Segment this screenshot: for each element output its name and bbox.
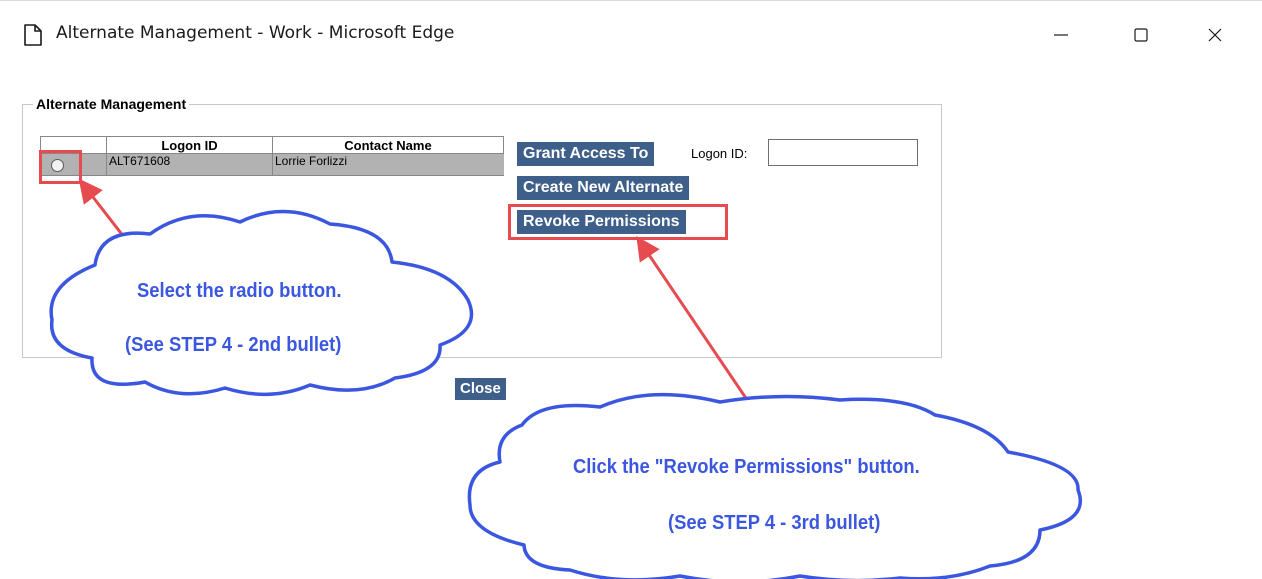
close-button[interactable]: Close: [455, 378, 506, 400]
close-window-button[interactable]: [1192, 15, 1238, 55]
grant-access-button[interactable]: Grant Access To: [517, 142, 655, 166]
contact-name-cell: Lorrie Forlizzi: [272, 153, 504, 176]
minimize-icon: [1054, 34, 1068, 36]
create-new-alternate-button[interactable]: Create New Alternate: [517, 176, 690, 200]
maximize-icon: [1134, 28, 1148, 42]
logon-id-cell: ALT671608: [106, 153, 273, 176]
right-callout-line1: Click the "Revoke Permissions" button.: [573, 456, 920, 478]
minimize-button[interactable]: [1038, 15, 1084, 55]
contact-name-column-header: Contact Name: [272, 136, 504, 154]
select-column-header: [40, 136, 107, 154]
row-radio-button[interactable]: [51, 159, 64, 172]
select-cell[interactable]: [40, 153, 107, 176]
logon-id-label: Logon ID:: [691, 146, 748, 161]
left-callout-line2: (See STEP 4 - 2nd bullet): [125, 334, 342, 356]
logon-id-input[interactable]: [768, 139, 918, 166]
window-title: Alternate Management - Work - Microsoft …: [56, 23, 455, 43]
close-icon: [1208, 28, 1222, 42]
window-titlebar: Alternate Management - Work - Microsoft …: [0, 0, 1262, 63]
right-callout-cloud: [467, 392, 1083, 579]
maximize-button[interactable]: [1118, 15, 1164, 55]
table-row[interactable]: ALT671608 Lorrie Forlizzi: [40, 153, 504, 176]
right-callout-line2: (See STEP 4 - 3rd bullet): [668, 512, 881, 534]
panel-legend: Alternate Management: [36, 96, 187, 112]
revoke-permissions-button[interactable]: Revoke Permissions: [517, 210, 686, 234]
table-header-row: Logon ID Contact Name: [40, 136, 504, 154]
left-callout-line1: Select the radio button.: [137, 280, 342, 302]
page-icon: [24, 24, 42, 46]
logon-id-column-header: Logon ID: [106, 136, 273, 154]
alternates-table: Logon ID Contact Name ALT671608 Lorrie F…: [40, 136, 504, 176]
